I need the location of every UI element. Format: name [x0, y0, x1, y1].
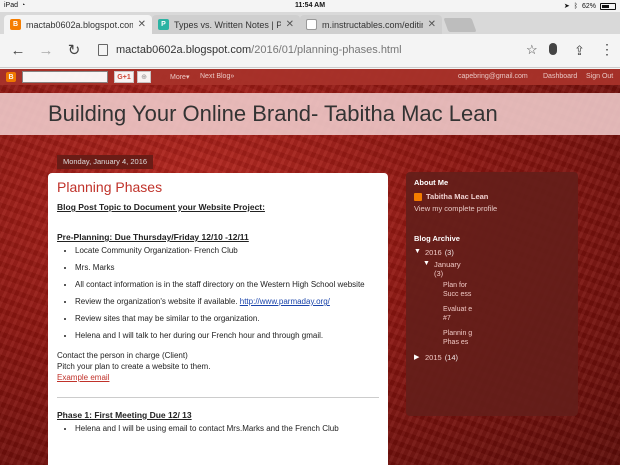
list-item: All contact information is in the staff … — [75, 279, 379, 291]
microphone-icon[interactable] — [549, 43, 557, 55]
archive-month-count: (3) — [434, 269, 444, 278]
phase1-list: Helena and I will be using email to cont… — [75, 423, 379, 435]
blog-search-input[interactable] — [22, 71, 108, 83]
more-link[interactable]: More▾ — [170, 73, 189, 81]
page-icon — [306, 19, 317, 30]
blog-post: Planning Phases Blog Post Topic to Docum… — [48, 173, 388, 465]
list-item: Locate Community Organization- French Cl… — [75, 245, 379, 257]
archive-post-link[interactable]: Evaluat e #7 — [443, 305, 473, 323]
list-item: Review sites that may be similar to the … — [75, 313, 379, 325]
bluetooth-icon: ᛒ — [573, 2, 578, 10]
close-icon[interactable]: ✕ — [428, 19, 436, 30]
blog-header: Building Your Online Brand- Tabitha Mac … — [0, 93, 620, 135]
battery-percent: 62% — [581, 2, 596, 10]
archive-year-label[interactable]: 2015 — [425, 353, 442, 362]
reload-icon[interactable]: ↻ — [66, 43, 82, 59]
next-blog-link[interactable]: Next Blog» — [200, 73, 234, 80]
list-item: Helena and I will talk to her during our… — [75, 330, 379, 342]
battery-fill — [602, 4, 610, 8]
share-button[interactable]: ⊕ — [137, 71, 151, 83]
post-title[interactable]: Planning Phases — [57, 179, 379, 195]
url-text[interactable]: mactab0602a.blogspot.com/2016/01/plannin… — [116, 44, 402, 56]
piktochart-icon: P — [158, 19, 169, 30]
archive-year-label[interactable]: 2016 — [425, 248, 442, 257]
status-right: ➤ ᛒ 62% — [564, 2, 616, 10]
forward-arrow-icon[interactable]: → — [38, 43, 54, 59]
clock: 11:54 AM — [294, 2, 326, 9]
close-icon[interactable]: ✕ — [138, 19, 146, 30]
blogger-navbar: B G+1 ⊕ More▾ Next Blog» capebring@gmail… — [0, 69, 620, 85]
example-email-link[interactable]: Example email — [57, 372, 379, 383]
dashboard-link[interactable]: Dashboard — [543, 73, 577, 80]
tab-instructables[interactable]: m.instructables.com/editin ✕ — [300, 15, 442, 34]
tab-title: Types vs. Written Notes | Pi — [174, 19, 281, 30]
phase1-heading: Phase 1: First Meeting Due 12/ 13 — [57, 410, 192, 420]
archive-month-label[interactable]: January — [434, 260, 461, 269]
blogger-logo-icon[interactable]: B — [6, 72, 16, 82]
battery-icon — [600, 2, 616, 10]
view-profile-link[interactable]: View my complete profile — [414, 204, 570, 213]
blogger-icon: B — [10, 19, 21, 30]
url-host: mactab0602a.blogspot.com — [116, 44, 252, 56]
profile-name[interactable]: Tabitha Mac Lean — [426, 192, 488, 201]
new-tab-button[interactable] — [443, 18, 477, 32]
list-item: Helena and I will be using email to cont… — [75, 423, 379, 435]
contact-line: Contact the person in charge (Client) — [57, 351, 188, 360]
close-icon[interactable]: ✕ — [286, 19, 294, 30]
divider — [57, 397, 379, 398]
gplus-button[interactable]: G+1 — [114, 71, 134, 83]
archive-post-link[interactable]: Plannin g Phas es — [443, 329, 473, 347]
menu-dots-icon[interactable]: ⋮ — [600, 42, 614, 56]
account-email: capebring@gmail.com — [458, 73, 528, 80]
post-date: Monday, January 4, 2016 — [57, 155, 153, 169]
pitch-line: Pitch your plan to create a website to t… — [57, 362, 211, 371]
archive-year-count: (14) — [444, 353, 459, 362]
ios-status-bar: iPad ◔ 11:54 AM ➤ ᛒ 62% — [0, 0, 620, 12]
page-icon — [98, 44, 108, 56]
blog-title[interactable]: Building Your Online Brand- Tabitha Mac … — [48, 101, 498, 127]
blog-archive: Blog Archive ▼ 2016 (3) ▼ January (3) Pl… — [414, 234, 570, 362]
pre-planning-heading: Pre-Planning: Due Thursday/Friday 12/10 … — [57, 232, 249, 242]
archive-posts: Plan for Succ ess Evaluat e #7 Plannin g… — [431, 281, 570, 347]
profile-row: Tabitha Mac Lean — [414, 192, 570, 201]
browser-toolbar: ← → ↻ mactab0602a.blogspot.com/2016/01/p… — [0, 34, 620, 68]
post-topic: Blog Post Topic to Document your Website… — [57, 202, 265, 212]
triangle-down-icon[interactable]: ▼ — [414, 248, 422, 255]
archive-post-link[interactable]: Plan for Succ ess — [443, 281, 473, 299]
list-item-text: Review the organization's website if ava… — [75, 297, 238, 306]
address-bar[interactable]: mactab0602a.blogspot.com/2016/01/plannin… — [94, 40, 570, 62]
list-item: Review the organization's website if ava… — [75, 296, 379, 308]
sidebar: About Me Tabitha Mac Lean View my comple… — [406, 172, 578, 416]
back-arrow-icon[interactable]: ← — [10, 43, 26, 59]
url-path: /2016/01/planning-phases.html — [251, 44, 402, 56]
archive-month-january[interactable]: ▼ January (3) — [423, 260, 570, 278]
bookmark-star-icon[interactable]: ☆ — [526, 42, 538, 58]
archive-year-2016[interactable]: ▼ 2016 (3) — [414, 248, 570, 257]
about-me-heading: About Me — [414, 178, 449, 187]
share-icon[interactable]: ⇪ — [574, 43, 585, 59]
tab-blogspot[interactable]: B mactab0602a.blogspot.com ✕ — [4, 15, 152, 34]
organization-link[interactable]: http://www.parmaday.org/ — [240, 297, 330, 306]
archive-year-2015[interactable]: ▶ 2015 (14) — [414, 353, 570, 362]
triangle-right-icon[interactable]: ▶ — [414, 353, 422, 361]
list-item: Mrs. Marks — [75, 262, 379, 274]
location-icon: ➤ — [563, 3, 570, 10]
archive-year-count: (3) — [444, 248, 454, 257]
sign-out-link[interactable]: Sign Out — [586, 73, 613, 80]
tab-strip: B mactab0602a.blogspot.com ✕ P Types vs.… — [0, 12, 620, 34]
tab-piktochart[interactable]: P Types vs. Written Notes | Pi ✕ — [152, 15, 300, 34]
pre-planning-list: Locate Community Organization- French Cl… — [75, 245, 379, 342]
tab-title: mactab0602a.blogspot.com — [26, 19, 133, 30]
web-page: B G+1 ⊕ More▾ Next Blog» capebring@gmail… — [0, 69, 620, 465]
triangle-down-icon[interactable]: ▼ — [423, 260, 431, 267]
tab-title: m.instructables.com/editin — [322, 19, 423, 30]
blog-archive-heading: Blog Archive — [414, 234, 460, 243]
blogger-profile-icon — [414, 192, 422, 201]
